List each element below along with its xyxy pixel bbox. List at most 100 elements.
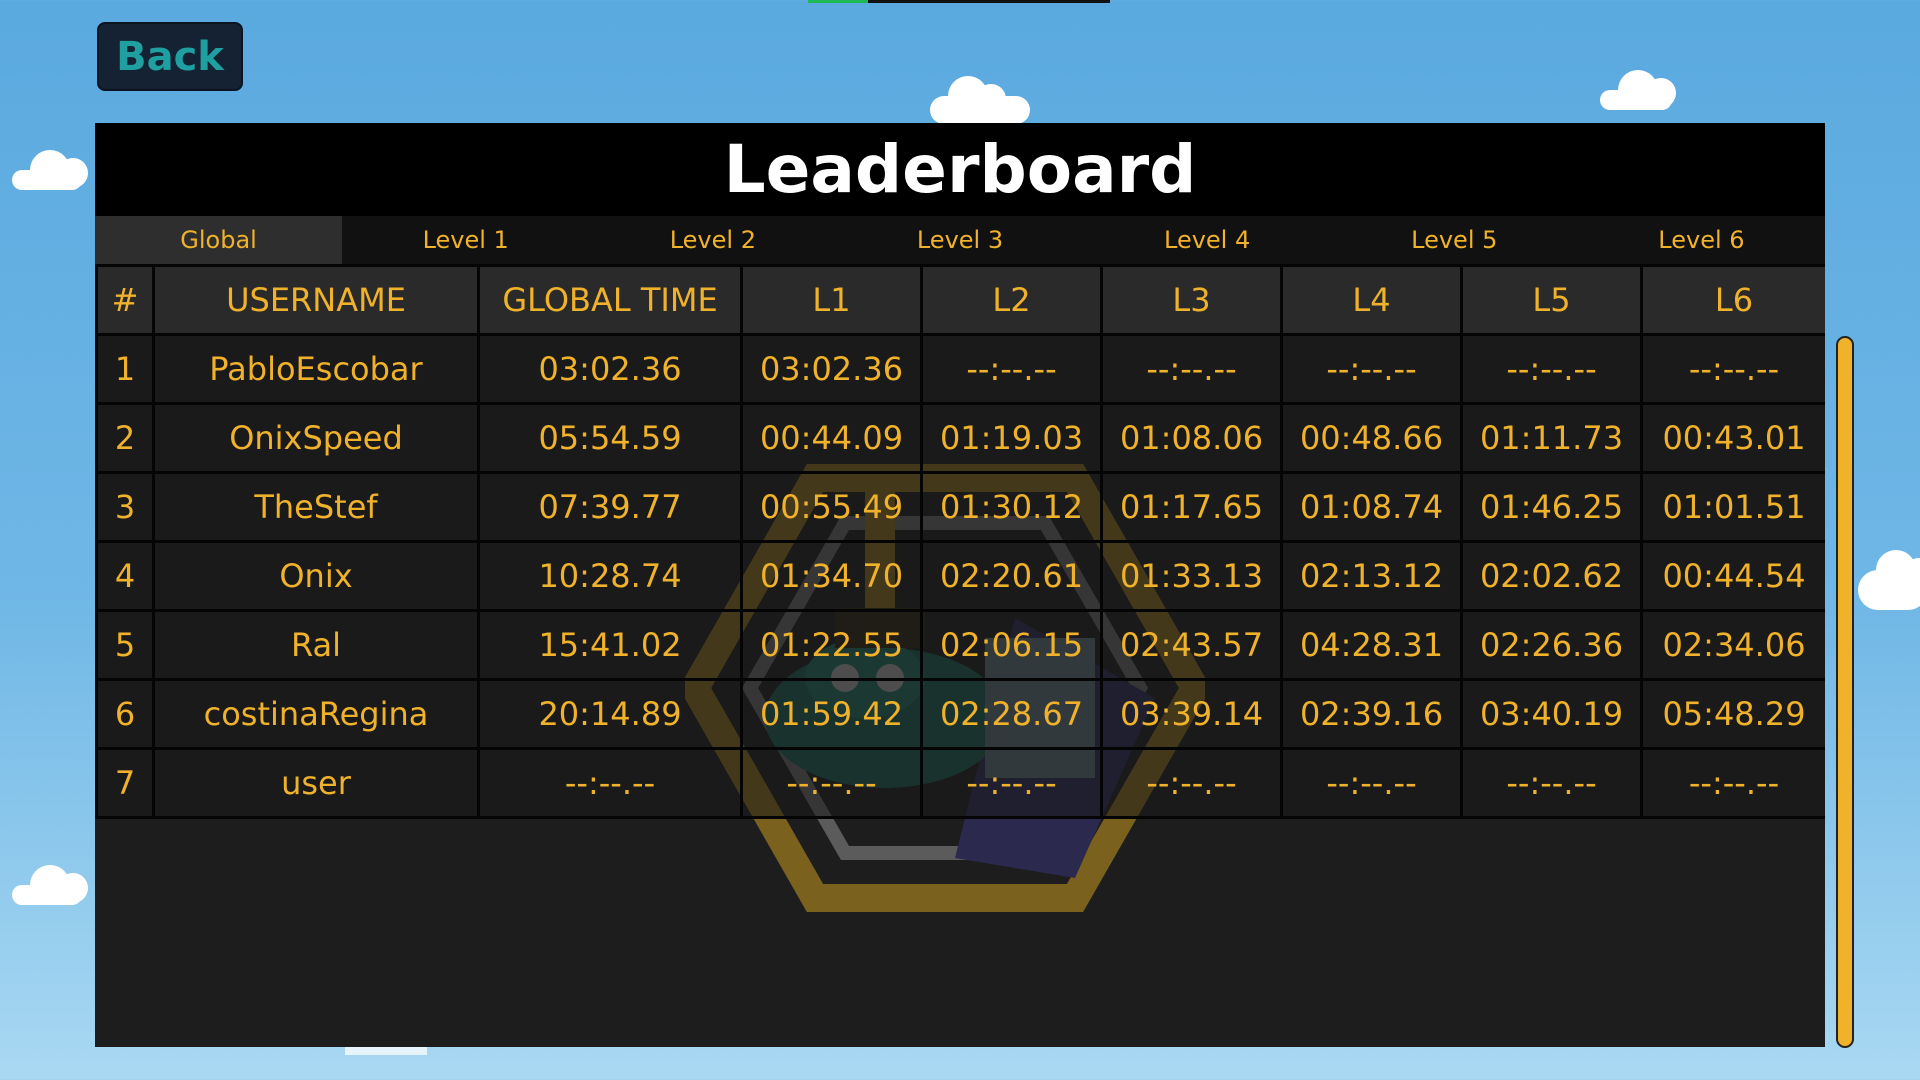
time-cell: 03:40.19 bbox=[1460, 678, 1643, 750]
time-cell: 01:08.06 bbox=[1100, 402, 1283, 474]
cloud bbox=[12, 865, 88, 905]
cloud bbox=[12, 150, 88, 190]
column-header: L1 bbox=[740, 264, 923, 336]
cloud bbox=[1858, 550, 1920, 610]
top-progress-bar bbox=[808, 0, 1110, 3]
username-cell: TheStef bbox=[152, 471, 480, 543]
time-cell: 07:39.77 bbox=[477, 471, 743, 543]
time-cell: 05:54.59 bbox=[477, 402, 743, 474]
time-cell: 02:20.61 bbox=[920, 540, 1103, 612]
username-cell: PabloEscobar bbox=[152, 333, 480, 405]
time-cell: 03:39.14 bbox=[1100, 678, 1283, 750]
column-header: L3 bbox=[1100, 264, 1283, 336]
tab-global[interactable]: Global bbox=[95, 216, 343, 264]
rank-cell: 3 bbox=[95, 471, 155, 543]
back-button[interactable]: Back bbox=[97, 22, 243, 91]
table-row: 6 costinaRegina 20:14.89 01:59.42 02:28.67 03… bbox=[95, 678, 1825, 750]
table-row: 3 TheStef 07:39.77 00:55.49 01:30.12 01:17.65… bbox=[95, 471, 1825, 543]
cloud bbox=[1600, 70, 1676, 110]
time-cell: 01:01.51 bbox=[1640, 471, 1825, 543]
time-cell: 01:08.74 bbox=[1280, 471, 1463, 543]
cloud bbox=[930, 76, 1030, 124]
username-cell: Onix bbox=[152, 540, 480, 612]
time-cell: 02:43.57 bbox=[1100, 609, 1283, 681]
time-cell: 15:41.02 bbox=[477, 609, 743, 681]
time-cell: --:--.-- bbox=[920, 747, 1103, 819]
leaderboard-table: # USERNAME GLOBAL TIME L1 L2 L3 L4 L5 L6 1 PabloE… bbox=[95, 264, 1825, 819]
column-header: GLOBAL TIME bbox=[477, 264, 743, 336]
time-cell: --:--.-- bbox=[477, 747, 743, 819]
time-cell: 02:39.16 bbox=[1280, 678, 1463, 750]
tab-level-3[interactable]: Level 3 bbox=[836, 216, 1083, 264]
column-header: USERNAME bbox=[152, 264, 480, 336]
leaderboard-panel: Leaderboard Global Level 1 Level 2 Level 3L… bbox=[95, 123, 1825, 1047]
scrollbar[interactable] bbox=[1836, 336, 1854, 1048]
time-cell: 00:55.49 bbox=[740, 471, 923, 543]
time-cell: --:--.-- bbox=[1100, 747, 1283, 819]
table-row: 2 OnixSpeed 05:54.59 00:44.09 01:19.03 01:08.… bbox=[95, 402, 1825, 474]
time-cell: --:--.-- bbox=[1100, 333, 1283, 405]
table-row: 7 user --:--.-- --:--.-- --:--.-- --:--.-- --:… bbox=[95, 747, 1825, 819]
time-cell: --:--.-- bbox=[1280, 747, 1463, 819]
time-cell: 01:19.03 bbox=[920, 402, 1103, 474]
page-title: Leaderboard bbox=[95, 123, 1825, 216]
table-row: 5 Ral 15:41.02 01:22.55 02:06.15 02:43.57 04:2… bbox=[95, 609, 1825, 681]
time-cell: 02:13.12 bbox=[1280, 540, 1463, 612]
table-header-row: # USERNAME GLOBAL TIME L1 L2 L3 L4 L5 L6 bbox=[95, 264, 1825, 336]
tab-level-4[interactable]: Level 4 bbox=[1084, 216, 1331, 264]
tab-level-5[interactable]: Level 5 bbox=[1331, 216, 1578, 264]
time-cell: 00:44.54 bbox=[1640, 540, 1825, 612]
footer-strip bbox=[345, 1047, 427, 1055]
rank-cell: 7 bbox=[95, 747, 155, 819]
time-cell: 02:02.62 bbox=[1460, 540, 1643, 612]
time-cell: --:--.-- bbox=[1280, 333, 1463, 405]
column-header: L5 bbox=[1460, 264, 1643, 336]
column-header: L6 bbox=[1640, 264, 1825, 336]
time-cell: 03:02.36 bbox=[740, 333, 923, 405]
column-header: L4 bbox=[1280, 264, 1463, 336]
time-cell: 03:02.36 bbox=[477, 333, 743, 405]
time-cell: 20:14.89 bbox=[477, 678, 743, 750]
level-tabs: Global Level 1 Level 2 Level 3 Level 4 Level … bbox=[95, 216, 1825, 264]
username-cell: costinaRegina bbox=[152, 678, 480, 750]
time-cell: 01:22.55 bbox=[740, 609, 923, 681]
username-cell: Ral bbox=[152, 609, 480, 681]
time-cell: 02:34.06 bbox=[1640, 609, 1825, 681]
rank-cell: 5 bbox=[95, 609, 155, 681]
time-cell: 01:59.42 bbox=[740, 678, 923, 750]
time-cell: 00:43.01 bbox=[1640, 402, 1825, 474]
time-cell: 00:48.66 bbox=[1280, 402, 1463, 474]
time-cell: --:--.-- bbox=[740, 747, 923, 819]
tab-level-6[interactable]: Level 6 bbox=[1578, 216, 1825, 264]
table-row: 1 PabloEscobar 03:02.36 03:02.36 --:--.-- --:… bbox=[95, 333, 1825, 405]
time-cell: 01:46.25 bbox=[1460, 471, 1643, 543]
time-cell: 01:30.12 bbox=[920, 471, 1103, 543]
time-cell: 01:34.70 bbox=[740, 540, 923, 612]
time-cell: 02:26.36 bbox=[1460, 609, 1643, 681]
time-cell: 10:28.74 bbox=[477, 540, 743, 612]
rank-cell: 6 bbox=[95, 678, 155, 750]
rank-cell: 2 bbox=[95, 402, 155, 474]
username-cell: user bbox=[152, 747, 480, 819]
tab-level-2[interactable]: Level 2 bbox=[589, 216, 836, 264]
time-cell: --:--.-- bbox=[1460, 333, 1643, 405]
time-cell: 02:06.15 bbox=[920, 609, 1103, 681]
time-cell: 05:48.29 bbox=[1640, 678, 1825, 750]
time-cell: --:--.-- bbox=[920, 333, 1103, 405]
time-cell: 01:33.13 bbox=[1100, 540, 1283, 612]
time-cell: --:--.-- bbox=[1640, 333, 1825, 405]
username-cell: OnixSpeed bbox=[152, 402, 480, 474]
column-header: L2 bbox=[920, 264, 1103, 336]
tab-level-1[interactable]: Level 1 bbox=[342, 216, 589, 264]
time-cell: 00:44.09 bbox=[740, 402, 923, 474]
time-cell: 04:28.31 bbox=[1280, 609, 1463, 681]
time-cell: 02:28.67 bbox=[920, 678, 1103, 750]
rank-cell: 4 bbox=[95, 540, 155, 612]
table-row: 4 Onix 10:28.74 01:34.70 02:20.61 01:33.13 02:… bbox=[95, 540, 1825, 612]
time-cell: 01:11.73 bbox=[1460, 402, 1643, 474]
time-cell: --:--.-- bbox=[1640, 747, 1825, 819]
rank-cell: 1 bbox=[95, 333, 155, 405]
time-cell: 01:17.65 bbox=[1100, 471, 1283, 543]
column-header: # bbox=[95, 264, 155, 336]
time-cell: --:--.-- bbox=[1460, 747, 1643, 819]
